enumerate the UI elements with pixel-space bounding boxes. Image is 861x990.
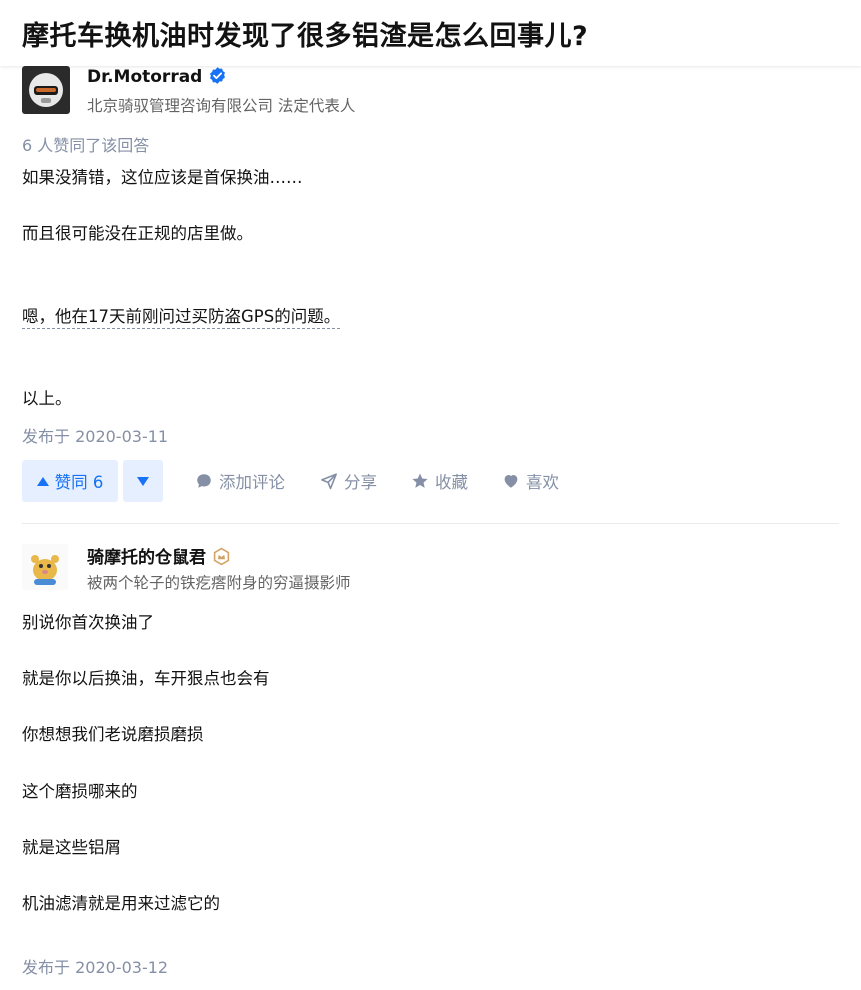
answer-paragraph-link[interactable]: 嗯，他在17天前刚问过买防盗GPS的问题。 [22, 303, 341, 329]
question-title[interactable]: 摩托车换机油时发现了很多铝渣是怎么回事儿? [22, 14, 588, 53]
vote-up-label: 赞同 6 [54, 473, 104, 492]
answer-paragraph: 以上。 [22, 389, 72, 408]
like-button[interactable]: 喜欢 [502, 460, 559, 502]
answer-item: Dr.Motorrad 北京骑驭管理咨询有限公司 法定代表人 6 人赞同了该回答… [22, 66, 839, 522]
avatar[interactable] [22, 544, 68, 590]
answer-item: 骑摩托的仓鼠君 被两个轮子的铁疙瘩附身的穷逼摄影师 别说你首次换油了 就是你以后… [22, 523, 839, 990]
author-headline: 被两个轮子的铁疙瘩附身的穷逼摄影师 [87, 574, 351, 592]
voters-count[interactable]: 6 人赞同了该回答 [22, 132, 149, 156]
answer-paragraph: 就是这些铝屑 [22, 838, 121, 857]
answer-paragraph: 你想想我们老说磨损磨损 [22, 725, 204, 744]
question-header: 摩托车换机油时发现了很多铝渣是怎么回事儿? [0, 0, 861, 66]
author-headline: 北京骑驭管理咨询有限公司 法定代表人 [87, 97, 356, 115]
vote-down-button[interactable] [123, 460, 163, 502]
answer-paragraph: 而且很可能没在正规的店里做。 [22, 224, 253, 243]
publish-date[interactable]: 发布于 2020-03-12 [22, 954, 168, 978]
collect-button[interactable]: 收藏 [411, 460, 468, 502]
answer-paragraph: 就是你以后换油，车开狠点也会有 [22, 669, 270, 688]
achievement-badge-icon [213, 547, 230, 566]
author-name[interactable]: Dr.Motorrad [87, 66, 227, 87]
answer-paragraph: 机油滤清就是用来过滤它的 [22, 894, 220, 913]
publish-date[interactable]: 发布于 2020-03-11 [22, 423, 168, 447]
share-icon [321, 473, 337, 490]
arrow-down-icon [137, 476, 149, 486]
comment-icon [197, 474, 211, 488]
answer-paragraph: 别说你首次换油了 [22, 613, 154, 632]
author-info: Dr.Motorrad 北京骑驭管理咨询有限公司 法定代表人 [22, 66, 839, 130]
comment-button[interactable]: 添加评论 [195, 460, 285, 502]
action-bar: 赞同 6 添加评论 分享 收藏 喜欢 [22, 460, 839, 502]
avatar[interactable] [22, 66, 70, 114]
verified-badge-icon [210, 67, 226, 84]
star-icon [412, 473, 428, 488]
answer-paragraph: 如果没猜错，这位应该是首保换油…… [22, 168, 303, 187]
arrow-up-icon [36, 476, 49, 486]
answer-paragraph: 这个磨损哪来的 [22, 782, 138, 801]
share-button[interactable]: 分享 [320, 460, 377, 502]
vote-up-button[interactable]: 赞同 6 [22, 460, 118, 502]
heart-icon [504, 475, 518, 488]
author-name[interactable]: 骑摩托的仓鼠君 [87, 543, 231, 568]
author-info: 骑摩托的仓鼠君 被两个轮子的铁疙瘩附身的穷逼摄影师 [22, 524, 839, 592]
